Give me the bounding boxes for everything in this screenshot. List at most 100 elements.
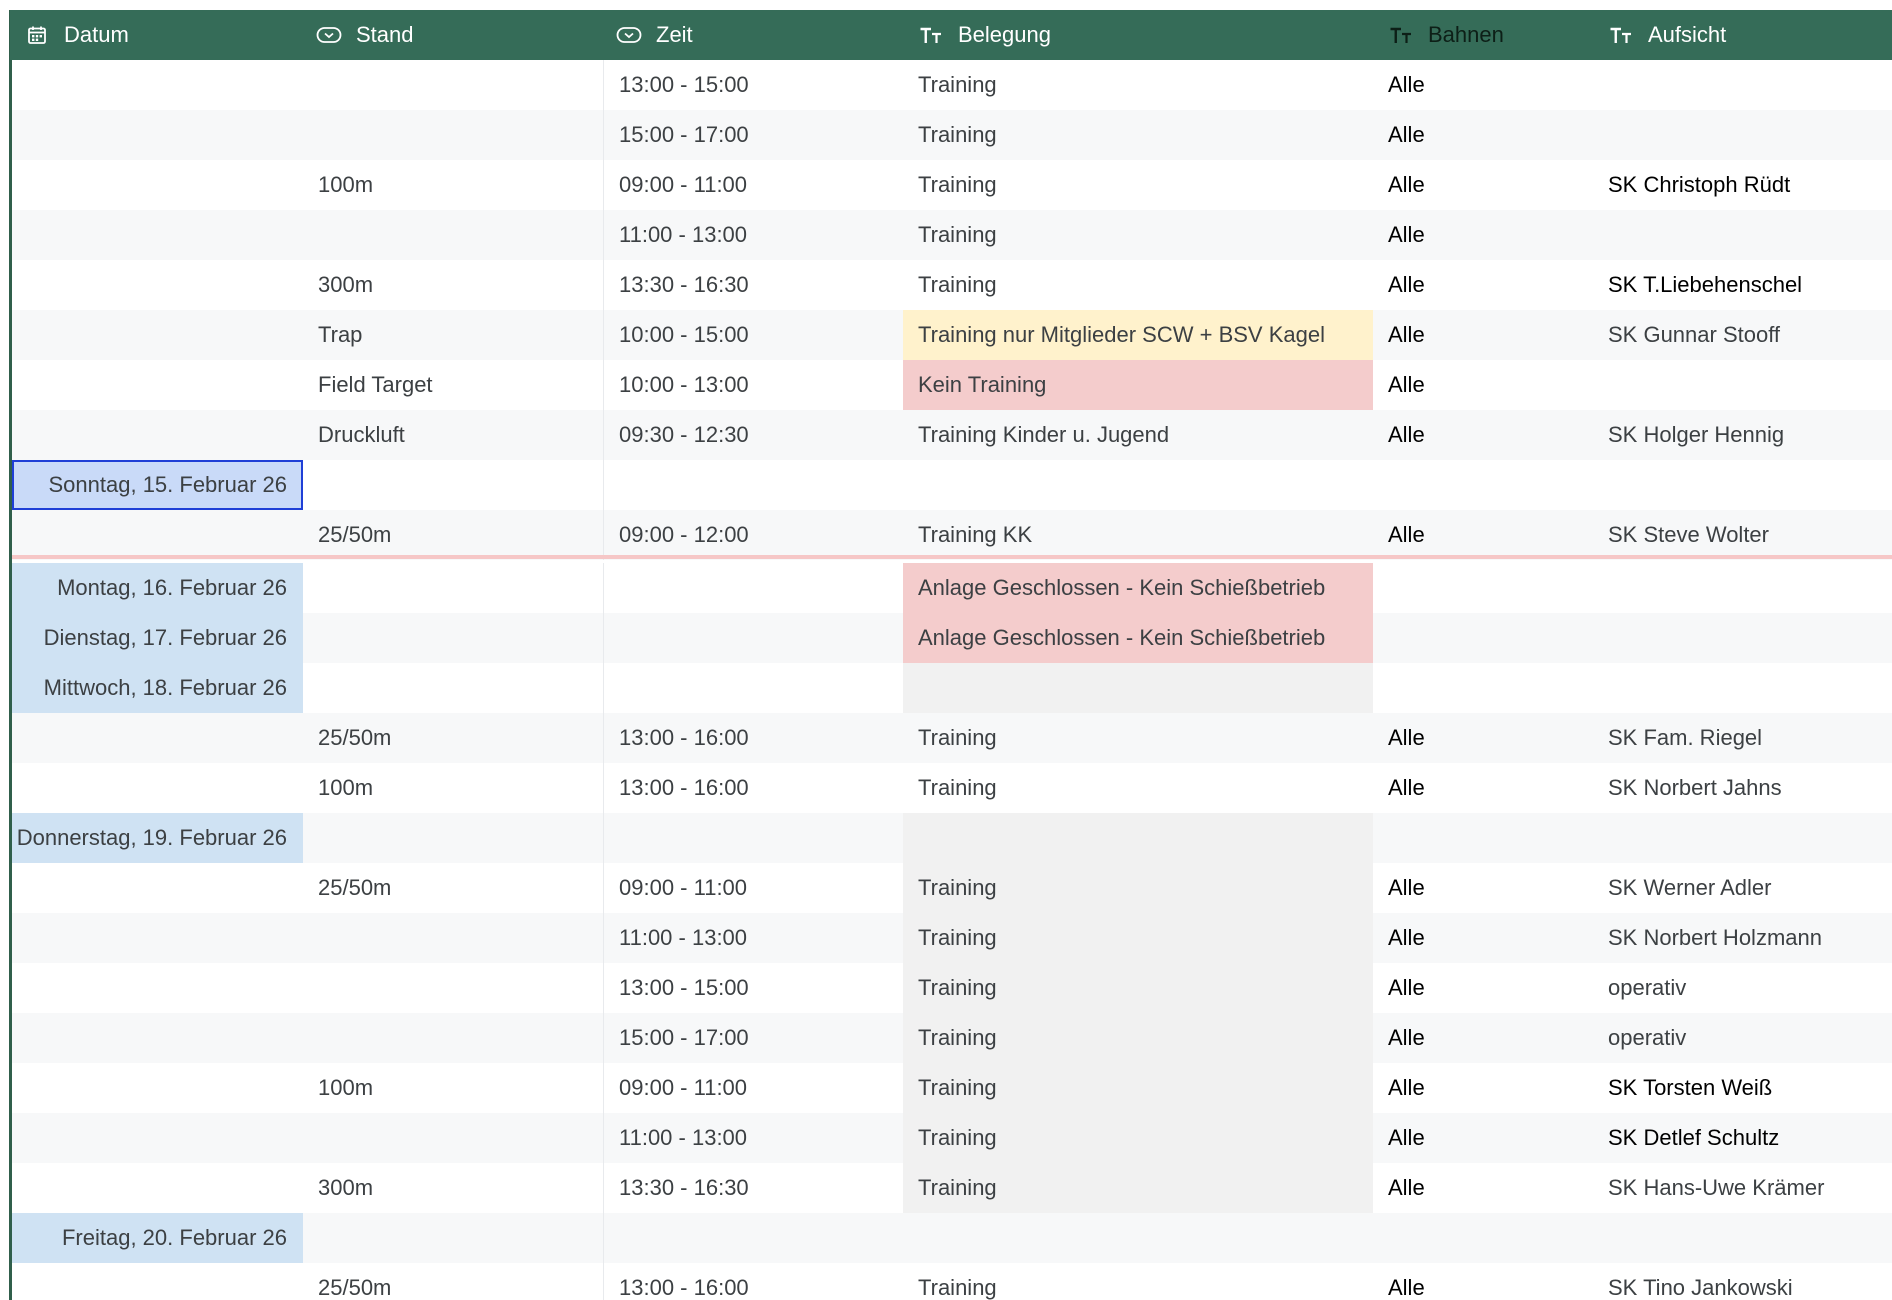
cell-aufsicht[interactable]: SK Torsten Weiß	[1593, 1063, 1892, 1113]
cell-aufsicht[interactable]	[1593, 360, 1892, 410]
cell-stand[interactable]	[303, 813, 603, 863]
cell-datum[interactable]	[12, 1263, 303, 1300]
cell-stand[interactable]	[303, 210, 603, 260]
cell-datum[interactable]	[12, 260, 303, 310]
cell-aufsicht[interactable]	[1593, 613, 1892, 663]
cell-datum[interactable]: Dienstag, 17. Februar 26	[12, 613, 303, 663]
cell-belegung[interactable]: Anlage Geschlossen - Kein Schießbetrieb	[903, 613, 1373, 663]
cell-belegung[interactable]: Training	[903, 260, 1373, 310]
cell-zeit[interactable]: 09:00 - 11:00	[603, 863, 903, 913]
cell-bahnen[interactable]: Alle	[1373, 310, 1593, 360]
cell-belegung[interactable]: Training	[903, 160, 1373, 210]
cell-zeit[interactable]: 09:00 - 11:00	[603, 160, 903, 210]
cell-stand[interactable]	[303, 1213, 603, 1263]
cell-aufsicht[interactable]: SK Steve Wolter	[1593, 510, 1892, 560]
cell-datum[interactable]: Donnerstag, 19. Februar 26	[12, 813, 303, 863]
cell-aufsicht[interactable]: SK Detlef Schultz	[1593, 1113, 1892, 1163]
cell-belegung[interactable]	[903, 813, 1373, 863]
cell-aufsicht[interactable]: SK Christoph Rüdt	[1593, 160, 1892, 210]
cell-bahnen[interactable]: Alle	[1373, 963, 1593, 1013]
cell-aufsicht[interactable]	[1593, 813, 1892, 863]
cell-zeit[interactable]: 13:30 - 16:30	[603, 1163, 903, 1213]
cell-datum[interactable]	[12, 210, 303, 260]
cell-stand[interactable]: Trap	[303, 310, 603, 360]
cell-zeit[interactable]: 11:00 - 13:00	[603, 210, 903, 260]
cell-datum[interactable]	[12, 110, 303, 160]
cell-stand[interactable]: 300m	[303, 260, 603, 310]
cell-bahnen[interactable]	[1373, 813, 1593, 863]
cell-datum[interactable]	[12, 763, 303, 813]
cell-zeit[interactable]: 13:00 - 16:00	[603, 1263, 903, 1300]
cell-datum[interactable]	[12, 160, 303, 210]
cell-stand[interactable]	[303, 663, 603, 713]
cell-aufsicht[interactable]: SK Gunnar Stooff	[1593, 310, 1892, 360]
cell-aufsicht[interactable]: SK Norbert Jahns	[1593, 763, 1892, 813]
cell-belegung[interactable]: Training nur Mitglieder SCW + BSV Kagel	[903, 310, 1373, 360]
cell-zeit[interactable]: 10:00 - 13:00	[603, 360, 903, 410]
cell-bahnen[interactable]	[1373, 460, 1593, 510]
cell-zeit[interactable]: 15:00 - 17:00	[603, 110, 903, 160]
cell-datum[interactable]: Mittwoch, 18. Februar 26	[12, 663, 303, 713]
cell-datum[interactable]	[12, 1063, 303, 1113]
cell-datum[interactable]	[12, 1163, 303, 1213]
cell-zeit[interactable]: 13:00 - 16:00	[603, 763, 903, 813]
cell-aufsicht[interactable]: SK Holger Hennig	[1593, 410, 1892, 460]
cell-belegung[interactable]	[903, 663, 1373, 713]
cell-belegung[interactable]: Training	[903, 110, 1373, 160]
cell-belegung[interactable]: Training	[903, 1113, 1373, 1163]
cell-aufsicht[interactable]	[1593, 60, 1892, 110]
cell-belegung[interactable]: Training	[903, 763, 1373, 813]
cell-stand[interactable]: 25/50m	[303, 1263, 603, 1300]
cell-zeit[interactable]: 15:00 - 17:00	[603, 1013, 903, 1063]
cell-bahnen[interactable]: Alle	[1373, 1113, 1593, 1163]
cell-bahnen[interactable]: Alle	[1373, 1063, 1593, 1113]
cell-belegung[interactable]: Training KK	[903, 510, 1373, 560]
cell-datum[interactable]	[12, 510, 303, 560]
cell-aufsicht[interactable]	[1593, 1213, 1892, 1263]
cell-datum[interactable]: Sonntag, 15. Februar 26	[12, 460, 303, 510]
cell-aufsicht[interactable]: operativ	[1593, 963, 1892, 1013]
cell-stand[interactable]: 300m	[303, 1163, 603, 1213]
cell-belegung[interactable]: Training Kinder u. Jugend	[903, 410, 1373, 460]
cell-belegung[interactable]: Training	[903, 863, 1373, 913]
column-header-belegung[interactable]: Belegung	[918, 10, 1378, 60]
cell-bahnen[interactable]: Alle	[1373, 60, 1593, 110]
cell-belegung[interactable]: Training	[903, 210, 1373, 260]
cell-stand[interactable]	[303, 1013, 603, 1063]
cell-stand[interactable]	[303, 963, 603, 1013]
cell-datum[interactable]	[12, 713, 303, 763]
cell-bahnen[interactable]: Alle	[1373, 160, 1593, 210]
cell-datum[interactable]: Freitag, 20. Februar 26	[12, 1213, 303, 1263]
cell-belegung[interactable]: Training	[903, 963, 1373, 1013]
column-header-zeit[interactable]: Zeit	[616, 10, 906, 60]
cell-belegung[interactable]: Training	[903, 913, 1373, 963]
cell-bahnen[interactable]: Alle	[1373, 110, 1593, 160]
cell-bahnen[interactable]: Alle	[1373, 913, 1593, 963]
cell-datum[interactable]	[12, 963, 303, 1013]
cell-zeit[interactable]	[603, 813, 903, 863]
cell-belegung[interactable]: Training	[903, 1263, 1373, 1300]
cell-bahnen[interactable]: Alle	[1373, 1013, 1593, 1063]
cell-bahnen[interactable]: Alle	[1373, 510, 1593, 560]
cell-aufsicht[interactable]: operativ	[1593, 1013, 1892, 1063]
cell-zeit[interactable]: 09:00 - 12:00	[603, 510, 903, 560]
cell-stand[interactable]	[303, 460, 603, 510]
cell-stand[interactable]	[303, 1113, 603, 1163]
cell-stand[interactable]	[303, 563, 603, 613]
cell-bahnen[interactable]: Alle	[1373, 410, 1593, 460]
cell-zeit[interactable]: 09:30 - 12:30	[603, 410, 903, 460]
column-header-stand[interactable]: Stand	[316, 10, 606, 60]
cell-zeit[interactable]: 10:00 - 15:00	[603, 310, 903, 360]
cell-bahnen[interactable]: Alle	[1373, 763, 1593, 813]
column-header-bahnen[interactable]: Bahnen	[1388, 10, 1603, 60]
cell-datum[interactable]	[12, 310, 303, 360]
column-header-datum[interactable]: Datum	[24, 10, 304, 60]
cell-bahnen[interactable]: Alle	[1373, 210, 1593, 260]
cell-datum[interactable]	[12, 360, 303, 410]
cell-stand[interactable]: 100m	[303, 1063, 603, 1113]
cell-belegung[interactable]: Training	[903, 1063, 1373, 1113]
cell-belegung[interactable]	[903, 460, 1373, 510]
cell-datum[interactable]	[12, 410, 303, 460]
cell-aufsicht[interactable]: SK Hans-Uwe Krämer	[1593, 1163, 1892, 1213]
cell-datum[interactable]	[12, 1013, 303, 1063]
